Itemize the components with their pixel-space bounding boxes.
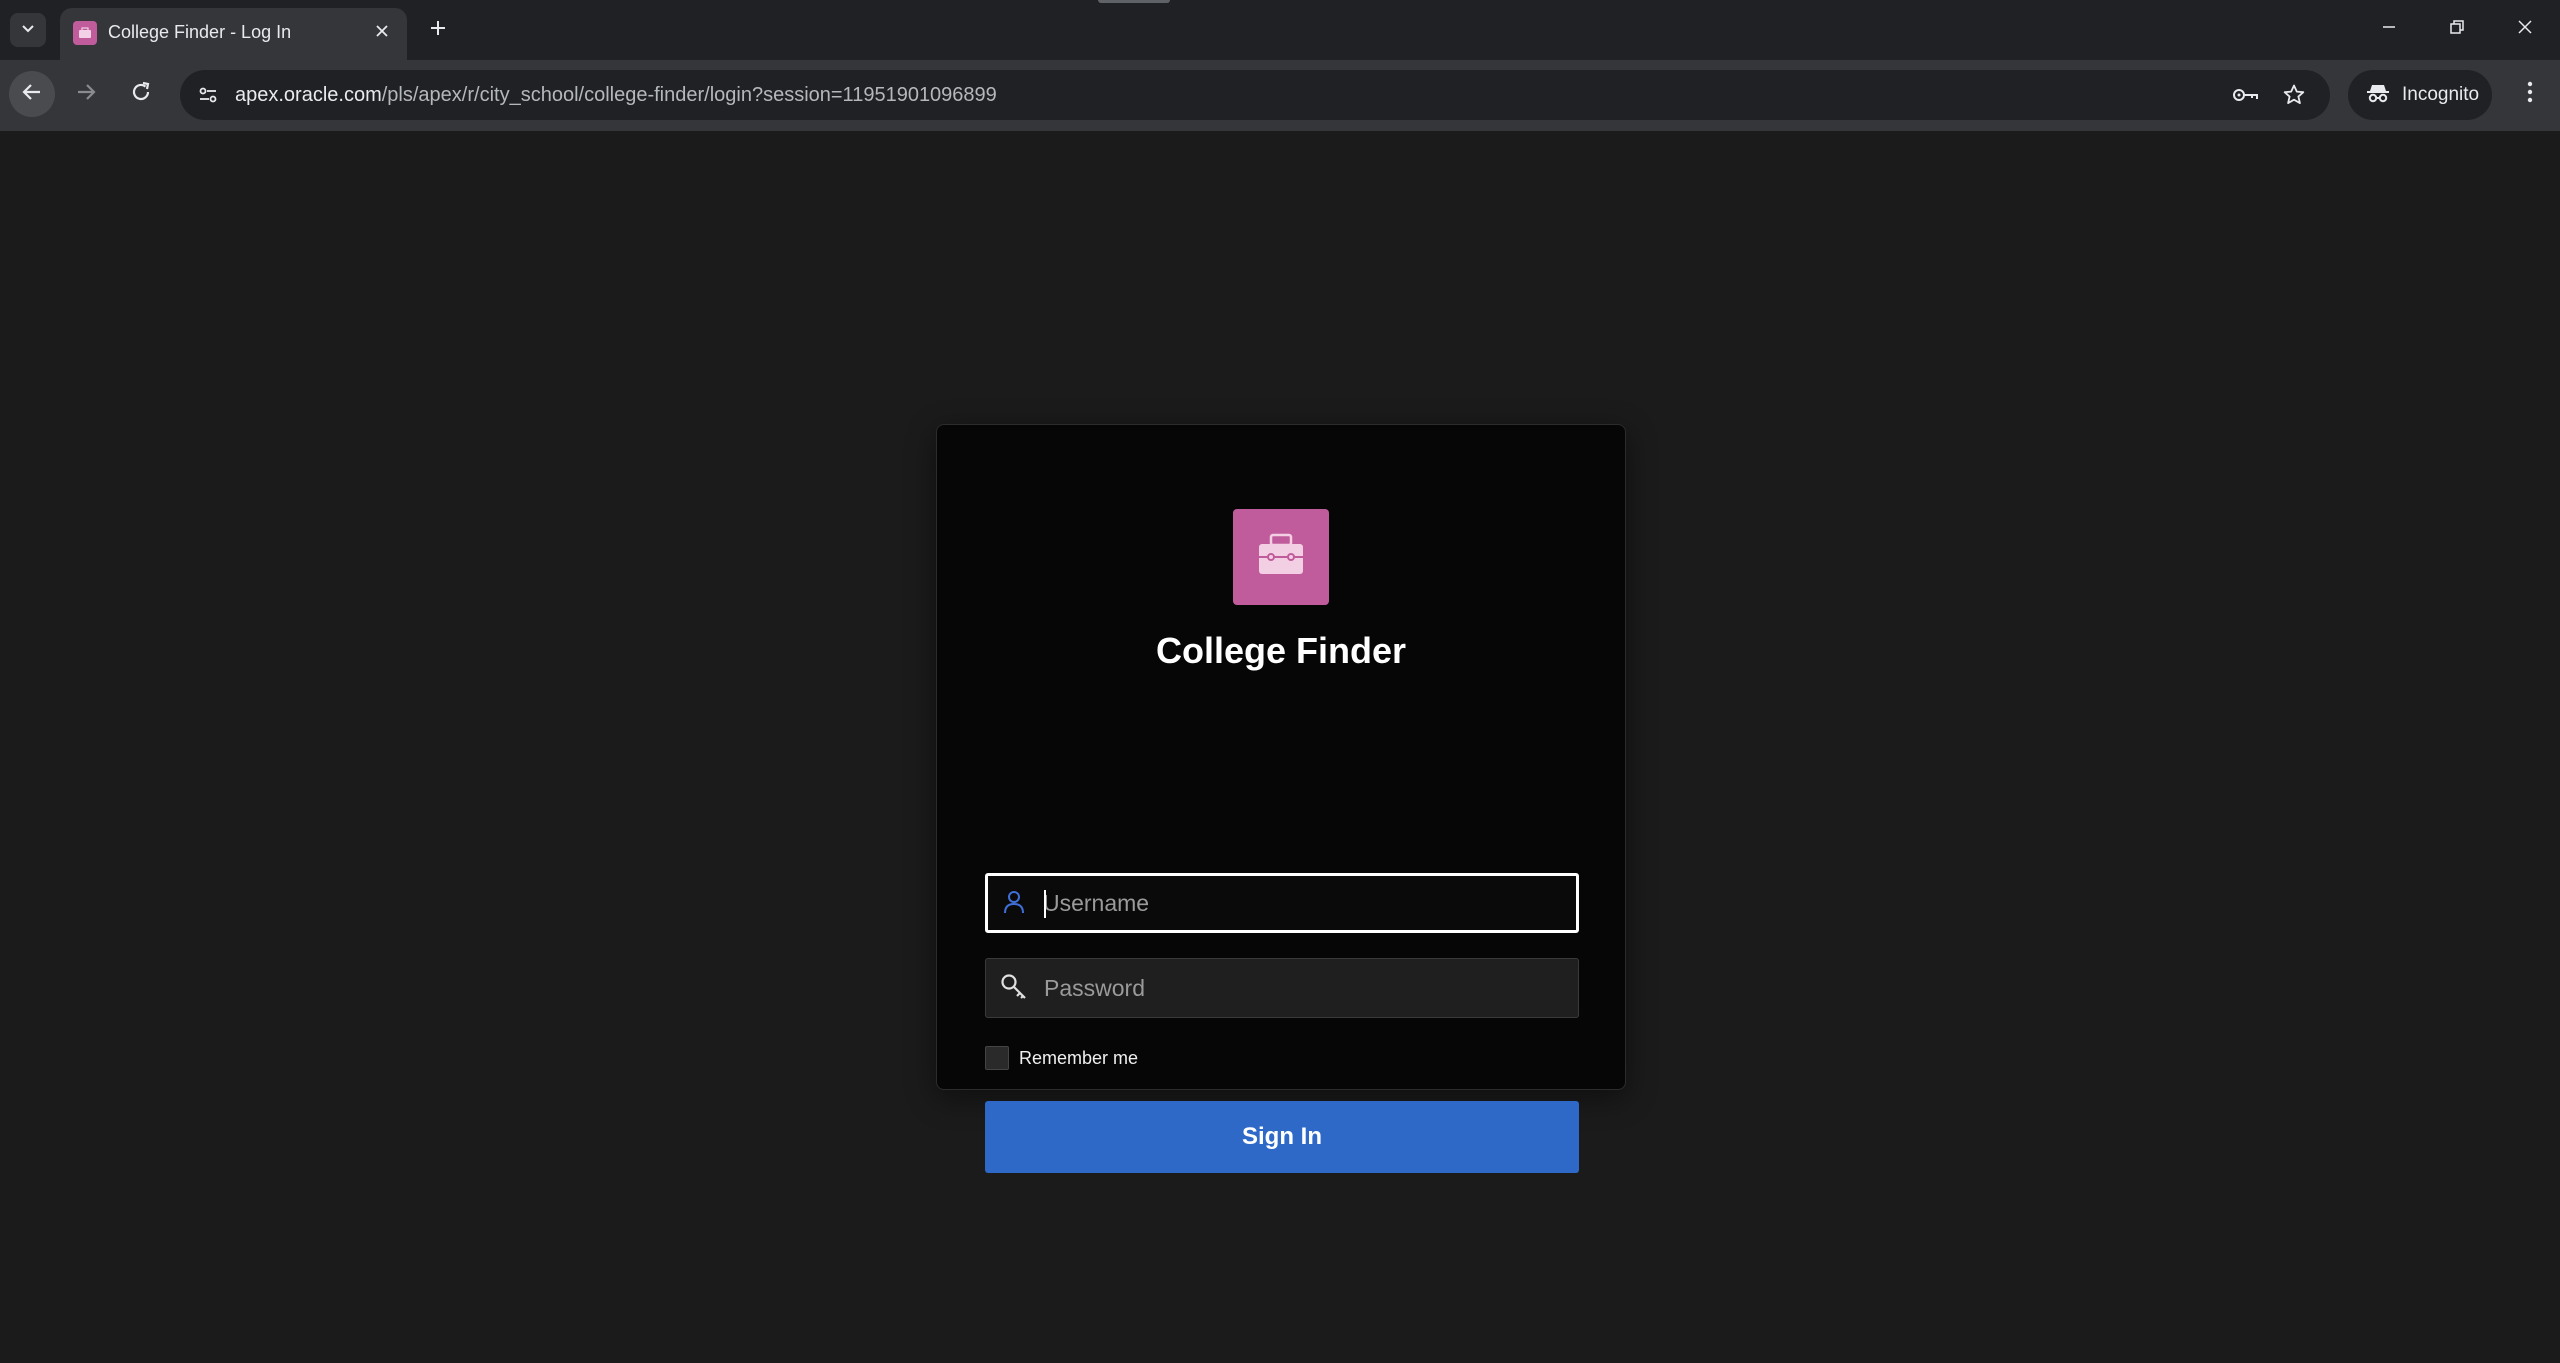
incognito-label: Incognito [2402, 84, 2480, 105]
browser-tabstrip: College Finder - Log In [0, 0, 2560, 60]
remember-me-label: Remember me [1019, 1047, 1139, 1068]
browser-menu-button[interactable] [2510, 74, 2550, 114]
close-window-button[interactable] [2500, 10, 2550, 48]
sign-in-button[interactable]: Sign In [985, 1101, 1579, 1173]
restore-window-button[interactable] [2432, 10, 2482, 48]
drag-indicator [1098, 0, 1170, 3]
browser-tab-active[interactable]: College Finder - Log In [60, 8, 407, 60]
close-icon [2516, 18, 2534, 41]
app-logo [1233, 509, 1329, 605]
site-settings-icon[interactable] [192, 79, 224, 111]
password-input[interactable] [1044, 959, 1564, 1017]
url-host: apex.oracle.com [235, 84, 382, 106]
password-field[interactable] [985, 958, 1579, 1018]
password-key-icon[interactable] [2232, 81, 2260, 109]
arrow-right-icon [75, 81, 97, 108]
username-input[interactable] [1043, 876, 1563, 930]
app-title: College Finder [1155, 630, 1407, 671]
close-icon [375, 24, 389, 43]
incognito-icon [2366, 82, 2390, 109]
minimize-icon [2380, 18, 2398, 41]
browser-toolbar: apex.oracle.com/pls/apex/r/city_school/c… [0, 60, 2560, 131]
page-body: College Finder Remember me Sign In [0, 131, 2560, 1363]
forward-button[interactable] [63, 71, 109, 117]
new-tab-button[interactable] [422, 14, 454, 46]
remember-me[interactable]: Remember me [985, 1046, 1138, 1070]
text-caret [1044, 890, 1046, 918]
briefcase-icon [1256, 533, 1306, 582]
restore-icon [2448, 18, 2466, 41]
username-field[interactable] [985, 873, 1579, 933]
back-button[interactable] [9, 71, 55, 117]
tab-title: College Finder - Log In [108, 22, 292, 42]
reload-button[interactable] [118, 71, 164, 117]
login-card: College Finder Remember me Sign In [936, 424, 1626, 1173]
arrow-left-icon [21, 81, 43, 108]
plus-icon [429, 19, 447, 42]
more-vertical-icon [2527, 81, 2533, 108]
incognito-indicator[interactable]: Incognito [2348, 70, 2492, 120]
url-text[interactable]: apex.oracle.com/pls/apex/r/city_school/c… [235, 84, 997, 107]
key-icon [1000, 973, 1028, 1001]
tab-favicon-icon [73, 21, 97, 45]
minimize-window-button[interactable] [2364, 10, 2414, 48]
tab-close-button[interactable] [369, 20, 395, 46]
tab-search-button[interactable] [10, 13, 46, 47]
bookmark-star-icon[interactable] [2280, 81, 2308, 109]
chevron-down-icon [20, 20, 36, 41]
user-icon [1000, 888, 1028, 916]
url-path: /pls/apex/r/city_school/college-finder/l… [381, 84, 997, 106]
reload-icon [130, 81, 152, 108]
address-bar[interactable]: apex.oracle.com/pls/apex/r/city_school/c… [180, 70, 2330, 120]
remember-me-checkbox[interactable] [985, 1046, 1009, 1070]
